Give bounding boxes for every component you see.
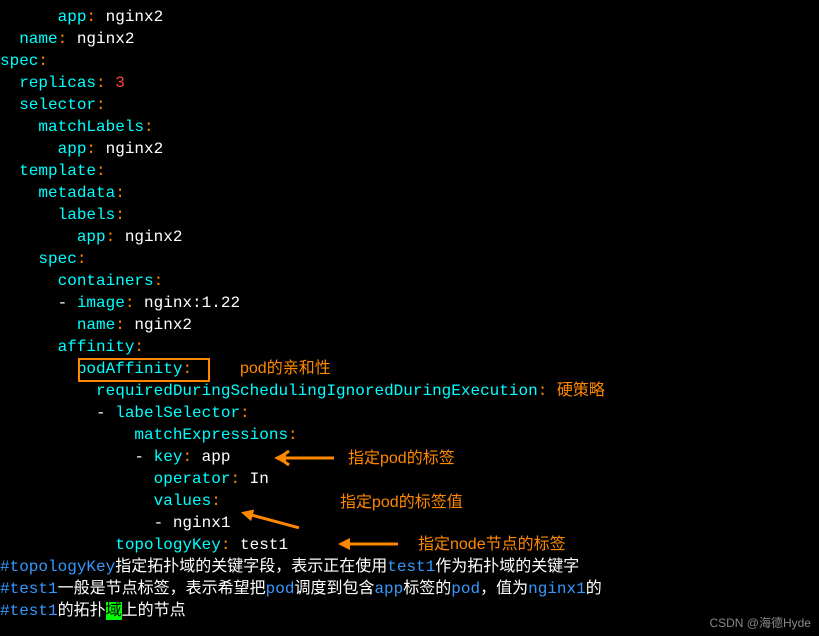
annotation-pod-affinity: pod的亲和性 <box>240 358 331 380</box>
arrow-icon <box>274 448 334 468</box>
watermark: CSDN @海德Hyde <box>709 615 811 632</box>
annotation-hard-policy: 硬策略 <box>557 382 605 400</box>
comment-block: #topologyKey指定拓扑域的关键字段，表示正在使用test1作为拓扑域的… <box>0 556 819 622</box>
annotation-pod-label: 指定pod的标签 <box>348 448 455 470</box>
arrow-icon <box>338 534 398 554</box>
annotation-node-label: 指定node节点的标签 <box>418 534 566 556</box>
code-block: app: nginx2 name: nginx2 spec: replicas:… <box>0 6 819 556</box>
highlight-box-podaffinity <box>78 358 210 382</box>
annotation-pod-label-value: 指定pod的标签值 <box>340 492 463 514</box>
